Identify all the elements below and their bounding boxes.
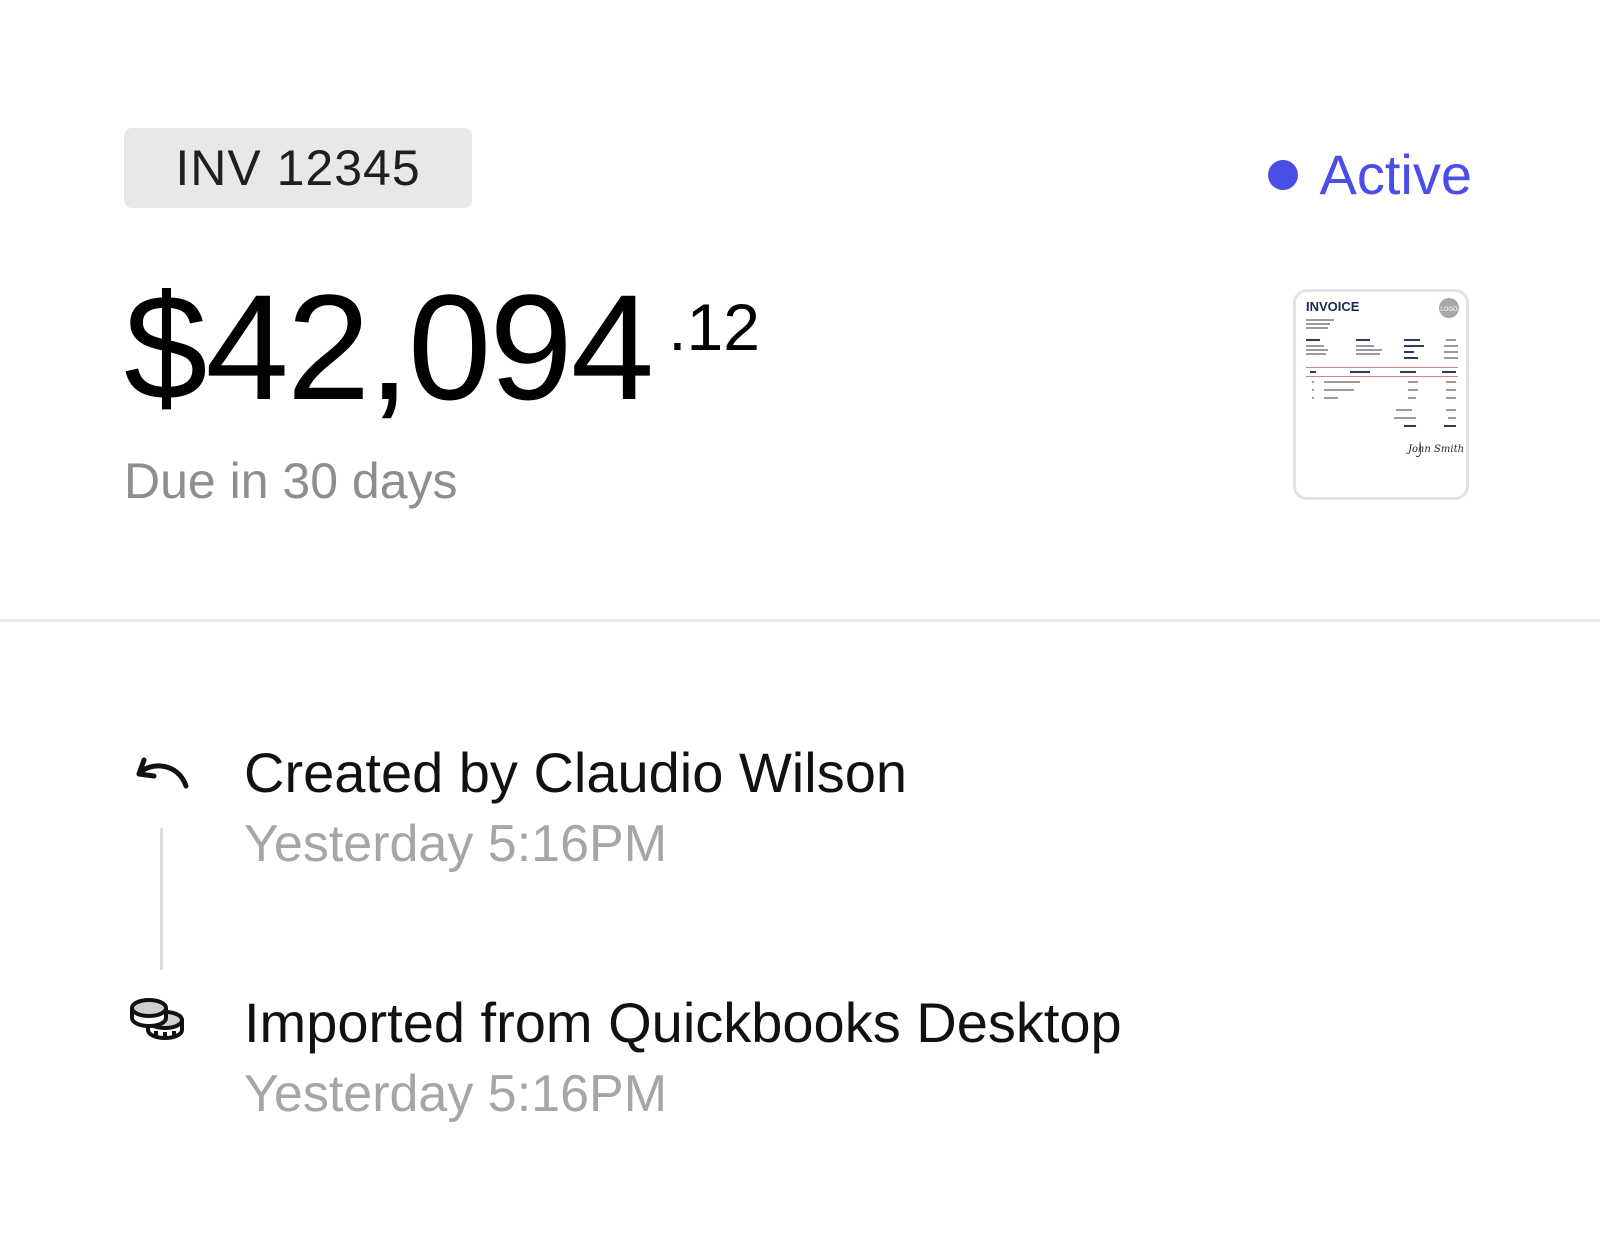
- invoice-thumbnail[interactable]: INVOICE LOGO John Smith: [1293, 289, 1469, 500]
- status-dot-icon: [1267, 159, 1298, 190]
- event-time: Yesterday 5:16PM: [244, 815, 668, 873]
- due-date-text: Due in 30 days: [124, 453, 458, 509]
- event-title: Created by Claudio Wilson: [244, 741, 907, 804]
- thumbnail-heading: INVOICE: [1306, 299, 1360, 314]
- invoice-amount: $42,094 .12: [124, 272, 760, 422]
- coins-icon: [130, 998, 184, 1040]
- undo-arrow-icon: [136, 757, 189, 789]
- status-label: Active: [1319, 143, 1473, 206]
- timeline-connector: [160, 828, 163, 970]
- invoice-id: INV 12345: [175, 140, 421, 196]
- section-divider: [0, 619, 1600, 622]
- invoice-id-badge: INV 12345: [124, 128, 472, 208]
- status-indicator: Active: [1267, 142, 1473, 207]
- thumbnail-logo: LOGO: [1440, 307, 1458, 313]
- amount-cents: .12: [668, 290, 760, 364]
- event-title: Imported from Quickbooks Desktop: [244, 991, 1122, 1054]
- invoice-preview-image: INVOICE LOGO John Smith: [1306, 298, 1464, 458]
- event-time: Yesterday 5:16PM: [244, 1065, 668, 1123]
- thumbnail-signature: John Smith: [1406, 444, 1464, 455]
- amount-main: $42,094: [124, 263, 654, 431]
